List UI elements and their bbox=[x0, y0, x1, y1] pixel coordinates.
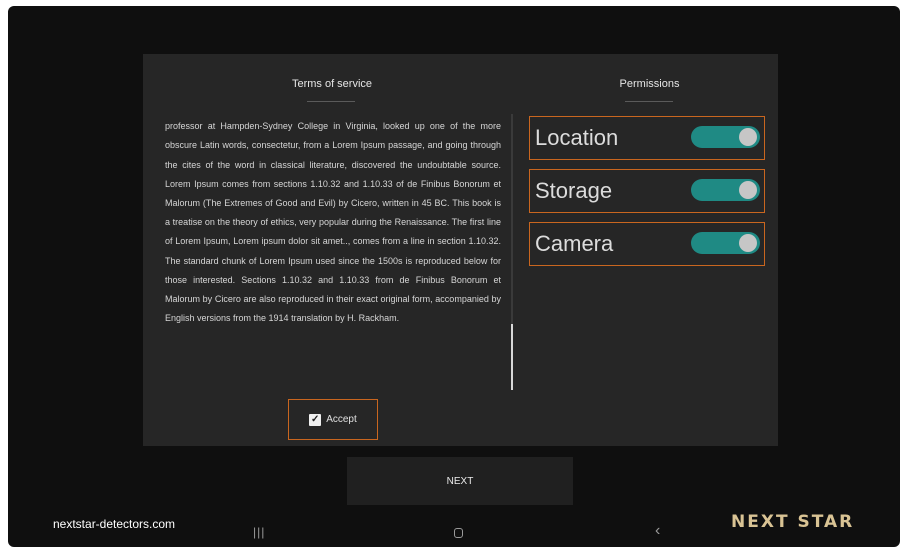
permission-location-label: Location bbox=[535, 125, 619, 150]
accept-label: Accept bbox=[326, 414, 357, 425]
permission-location[interactable]: Location bbox=[529, 116, 765, 160]
permissions-panel: Permissions Location Storage Camera bbox=[521, 54, 778, 446]
checkbox-checked-icon[interactable]: ✓ bbox=[309, 413, 322, 426]
location-toggle[interactable] bbox=[691, 126, 760, 148]
terms-scroll-area[interactable]: literature from 45 BC, making it over 20… bbox=[163, 112, 509, 408]
terms-title-underline bbox=[307, 101, 355, 102]
home-icon[interactable] bbox=[454, 528, 463, 538]
watermark-brand-logo: NEXT STAR bbox=[731, 512, 855, 532]
permission-storage[interactable]: Storage bbox=[529, 169, 765, 213]
terms-title: Terms of service bbox=[291, 78, 373, 90]
permission-camera[interactable]: Camera bbox=[529, 222, 765, 266]
camera-toggle[interactable] bbox=[691, 232, 760, 254]
accept-checkbox[interactable]: ✓ Accept bbox=[288, 399, 378, 440]
permissions-title-underline bbox=[625, 101, 673, 102]
toggle-knob bbox=[739, 234, 757, 252]
permission-storage-label: Storage bbox=[535, 178, 613, 203]
permission-camera-label: Camera bbox=[535, 231, 614, 256]
toggle-knob bbox=[739, 128, 757, 146]
terms-panel: Terms of service literature from 45 BC, … bbox=[143, 54, 521, 446]
back-icon[interactable]: ‹ bbox=[655, 522, 660, 540]
setup-dialog: Terms of service literature from 45 BC, … bbox=[143, 54, 778, 446]
storage-toggle[interactable] bbox=[691, 179, 760, 201]
next-button[interactable]: NEXT bbox=[347, 457, 573, 505]
recent-apps-icon[interactable]: ||| bbox=[253, 525, 265, 539]
toggle-knob bbox=[739, 181, 757, 199]
terms-body: literature from 45 BC, making it over 20… bbox=[165, 121, 501, 324]
terms-scrollbar-thumb[interactable] bbox=[511, 324, 513, 390]
permissions-title: Permissions bbox=[619, 78, 680, 90]
watermark-site: nextstar-detectors.com bbox=[53, 517, 176, 531]
